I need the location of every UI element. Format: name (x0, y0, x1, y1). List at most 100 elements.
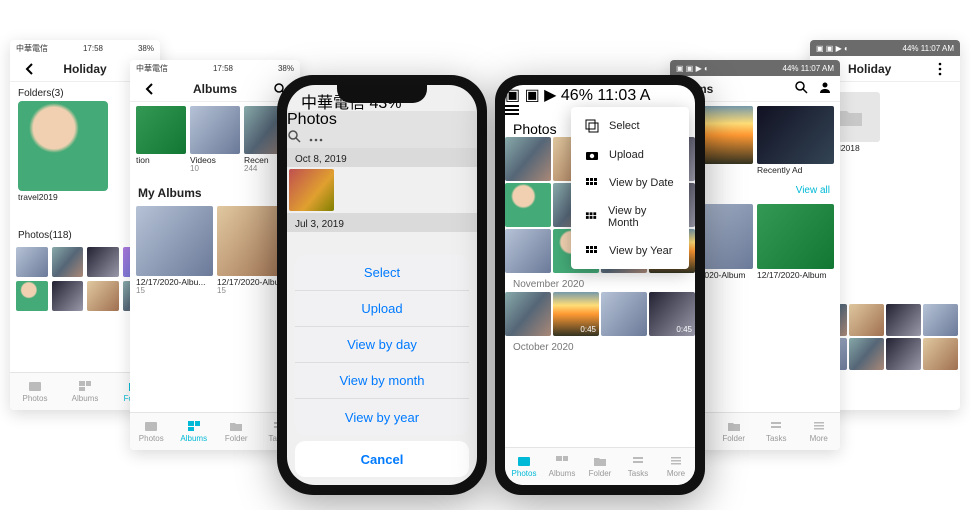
photos-icon (517, 455, 531, 467)
status-time: 17:58 (213, 64, 233, 73)
status-icons: ▣ ▣ ▶ (505, 87, 556, 104)
status-icons: ▣ ▣ ▶ ◐ (816, 44, 849, 53)
status-time: 11:07 AM (921, 44, 954, 53)
album-item[interactable]: 12/17/2020-Album (757, 204, 834, 282)
photo-thumb[interactable] (886, 304, 921, 336)
status-time: 17:58 (83, 44, 103, 53)
folder-cover[interactable] (18, 101, 108, 191)
photo-thumb[interactable] (923, 338, 958, 370)
photo-thumb[interactable] (87, 247, 119, 277)
month-section-header: November 2020 (505, 273, 695, 292)
tab-more[interactable]: More (798, 413, 841, 450)
chevron-left-icon (144, 83, 156, 95)
video-thumb[interactable]: 0:45 (649, 292, 695, 336)
photo-thumb[interactable] (505, 292, 551, 336)
tab-tasks[interactable]: Tasks (619, 448, 657, 485)
header: Albums (130, 76, 300, 102)
smart-album[interactable]: tion (136, 106, 186, 176)
albums-icon (78, 380, 92, 392)
status-bar: ▣ ▣ ▶ ◐ 44% 11:07 AM (810, 40, 960, 56)
tab-folder[interactable]: Folder (215, 413, 258, 450)
select-icon (585, 119, 599, 133)
photo-thumb[interactable] (505, 137, 551, 181)
menu-item-view-by-year[interactable]: View by Year (571, 237, 689, 265)
photo-thumb[interactable] (52, 247, 84, 277)
smart-album[interactable]: Videos10 (190, 106, 240, 176)
status-bar: 中華電信 17:58 38% (10, 40, 160, 56)
folder-icon (593, 455, 607, 467)
tab-tasks[interactable]: Tasks (755, 413, 798, 450)
status-bar: 中華電信 17:58 38% (130, 60, 300, 76)
menu-item-view-by-date[interactable]: View by Date (571, 169, 689, 197)
tasks-icon (631, 455, 645, 467)
chevron-left-icon (24, 63, 36, 75)
tab-more[interactable]: More (657, 448, 695, 485)
status-icons: ▣ ▣ ▶ ◐ (676, 64, 709, 73)
tab-albums[interactable]: Albums (543, 448, 581, 485)
camera-icon (585, 149, 599, 161)
tab-photos[interactable]: Photos (505, 448, 543, 485)
sheet-item-select[interactable]: Select (295, 255, 469, 291)
tab-albums[interactable]: Albums (173, 413, 216, 450)
album-item[interactable]: 12/17/2020-Albu...15 (136, 206, 213, 298)
sheet-item-upload[interactable]: Upload (295, 291, 469, 327)
photo-thumb[interactable] (16, 247, 48, 277)
overflow-button[interactable] (928, 62, 952, 76)
photo-thumb[interactable] (849, 338, 884, 370)
device-iphone: 中華電信 43% Photos Oct 8, 2019 Jul 3, 2019 (277, 75, 487, 495)
albums-icon (555, 455, 569, 467)
photo-thumb[interactable] (886, 338, 921, 370)
video-thumb[interactable]: 0:45 (553, 292, 599, 336)
status-carrier: 中華電信 (16, 43, 48, 54)
photo-thumb[interactable] (87, 281, 119, 311)
status-bar: ▣ ▣ ▶ ◐ 44% 11:07 AM (670, 60, 840, 76)
menu-item-upload[interactable]: Upload (571, 141, 689, 169)
user-icon (818, 80, 832, 94)
more-icon (812, 420, 826, 432)
search-button[interactable] (794, 80, 808, 97)
more-vertical-icon (938, 62, 942, 76)
search-icon (794, 80, 808, 94)
video-duration: 0:45 (580, 325, 596, 334)
tab-photos[interactable]: Photos (10, 373, 60, 410)
sheet-item-view-by-year[interactable]: View by year (295, 399, 469, 435)
smart-album[interactable]: Recently Ad (757, 106, 834, 177)
tab-photos[interactable]: Photos (130, 413, 173, 450)
my-albums-label: My Albums (130, 180, 300, 202)
sheet-item-view-by-month[interactable]: View by month (295, 363, 469, 399)
photo-thumb[interactable] (849, 304, 884, 336)
user-button[interactable] (818, 80, 832, 97)
sheet-cancel[interactable]: Cancel (295, 441, 469, 477)
status-battery: 38% (278, 64, 294, 73)
grid-icon (585, 245, 599, 257)
photo-thumb[interactable] (505, 229, 551, 273)
page-title: Albums (162, 82, 268, 96)
status-battery: 44% (903, 44, 919, 53)
status-carrier: 中華電信 (136, 63, 168, 74)
photos-icon (28, 380, 42, 392)
photo-thumb[interactable] (52, 281, 84, 311)
photo-thumb[interactable] (16, 281, 48, 311)
device-android: ▣ ▣ ▶ 46% 11:03 A Photos N (495, 75, 705, 495)
tab-folder[interactable]: Folder (713, 413, 756, 450)
tab-albums[interactable]: Albums (60, 373, 110, 410)
status-time: 11:03 A (597, 87, 650, 104)
action-sheet: Select Upload View by day View by month … (295, 255, 469, 477)
back-button[interactable] (138, 83, 162, 95)
page-title: Holiday (42, 62, 128, 76)
tab-folder[interactable]: Folder (581, 448, 619, 485)
menu-item-select[interactable]: Select (571, 111, 689, 141)
menu-item-view-by-month[interactable]: View by Month (571, 197, 689, 237)
photo-thumb[interactable] (601, 292, 647, 336)
tasks-icon (769, 420, 783, 432)
sheet-item-view-by-day[interactable]: View by day (295, 327, 469, 363)
photo-thumb[interactable] (505, 183, 551, 227)
photo-thumb[interactable] (923, 304, 958, 336)
tab-bar: Photos Albums Folder Tasks More (505, 447, 695, 485)
status-time: 11:07 AM (801, 64, 834, 73)
status-bar: ▣ ▣ ▶ 46% 11:03 A (505, 85, 695, 103)
status-battery: 46% (561, 87, 593, 104)
phone-ios-albums: 中華電信 17:58 38% Albums tion Videos10 Rece… (130, 60, 300, 450)
hamburger-icon (505, 104, 519, 116)
back-button[interactable] (18, 63, 42, 75)
